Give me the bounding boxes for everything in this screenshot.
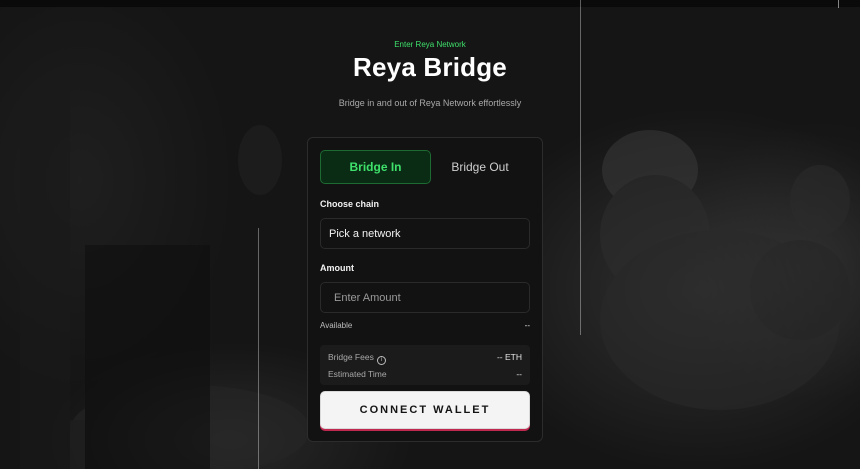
amount-field-wrapper xyxy=(320,282,530,313)
bridge-card: Bridge In Bridge Out Choose chain Pick a… xyxy=(307,137,543,442)
tab-bridge-in[interactable]: Bridge In xyxy=(320,150,431,184)
estimated-time-value: -- xyxy=(516,369,522,379)
connect-wallet-button[interactable]: CONNECT WALLET xyxy=(320,391,530,429)
bridge-fees-label: Bridge Fees xyxy=(328,352,374,362)
chain-select[interactable]: Pick a network xyxy=(320,218,530,249)
decorative-line xyxy=(838,0,839,8)
eyebrow-text: Enter Reya Network xyxy=(394,40,466,49)
bridge-tabs: Bridge In Bridge Out xyxy=(320,150,530,184)
fees-panel: Bridge Fees i -- ETH Estimated Time -- xyxy=(320,345,530,385)
estimated-time-label: Estimated Time xyxy=(328,369,387,379)
amount-label: Amount xyxy=(320,263,354,273)
page-title: Reya Bridge xyxy=(353,52,507,82)
amount-input[interactable] xyxy=(321,283,529,312)
bridge-fees-row: Bridge Fees i -- ETH xyxy=(328,352,522,365)
available-row: Available -- xyxy=(320,321,530,330)
chain-select-value: Pick a network xyxy=(329,227,401,240)
tab-bridge-out[interactable]: Bridge Out xyxy=(430,150,530,184)
available-value: -- xyxy=(524,321,530,330)
page-subtitle: Bridge in and out of Reya Network effort… xyxy=(338,98,522,108)
choose-chain-label: Choose chain xyxy=(320,199,380,209)
decorative-line xyxy=(580,0,581,335)
estimated-time-row: Estimated Time -- xyxy=(328,369,522,379)
bridge-fees-value: -- ETH xyxy=(496,352,522,362)
available-label: Available xyxy=(320,321,353,330)
info-icon[interactable]: i xyxy=(376,356,386,365)
decorative-line xyxy=(258,228,259,469)
